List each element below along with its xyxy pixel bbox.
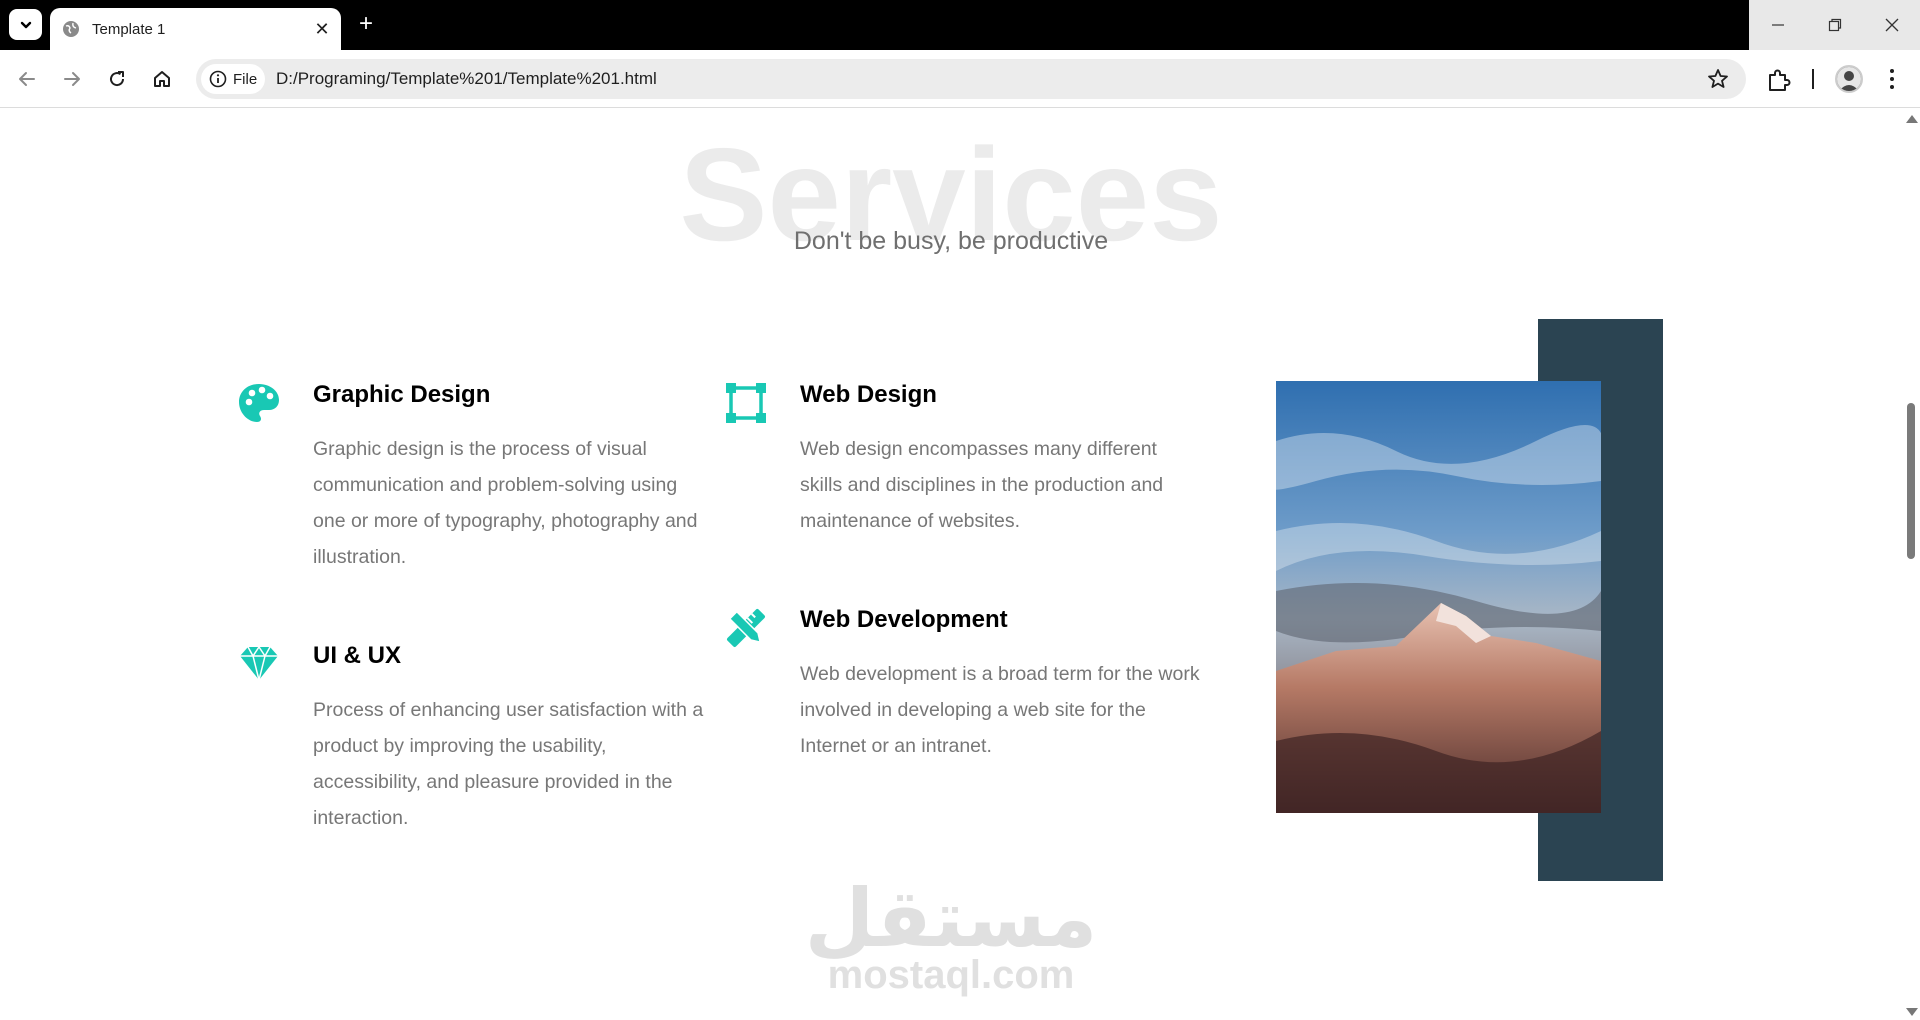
diamond-icon xyxy=(240,646,278,681)
tab-search-button[interactable] xyxy=(9,9,42,40)
restore-icon xyxy=(1828,18,1841,32)
service-title: Web Design xyxy=(800,381,937,408)
mountain-photo xyxy=(1276,381,1601,813)
page-viewport: Services Don't be busy, be productive Gr… xyxy=(0,109,1902,1020)
service-description: Web development is a broad term for the … xyxy=(800,663,1200,757)
browser-titlebar: Template 1 ✕ + xyxy=(0,0,1920,50)
url-text[interactable]: D:/Programing/Template%201/Template%201.… xyxy=(276,69,657,89)
close-window-button[interactable] xyxy=(1863,0,1920,50)
mostaql-watermark: مستقل mostaql.com xyxy=(0,872,1902,997)
site-info-chip[interactable]: File xyxy=(201,64,265,94)
tools-icon xyxy=(727,609,765,647)
browser-toolbar: File D:/Programing/Template%201/Template… xyxy=(0,50,1920,108)
browser-menu-button[interactable] xyxy=(1880,67,1904,91)
toolbar-divider xyxy=(1812,69,1814,89)
globe-icon xyxy=(63,21,79,37)
scrollbar-thumb[interactable] xyxy=(1907,403,1915,559)
extensions-puzzle-icon[interactable] xyxy=(1766,67,1792,93)
avatar-icon xyxy=(1837,67,1861,91)
scroll-up-arrow-icon[interactable] xyxy=(1906,115,1918,123)
reload-icon xyxy=(110,71,125,87)
service-title: Web Development xyxy=(800,606,1008,633)
window-controls xyxy=(1749,0,1920,50)
service-description: Graphic design is the process of visual … xyxy=(313,438,698,568)
minimize-icon xyxy=(1771,24,1784,26)
services-subtitle: Don't be busy, be productive xyxy=(793,227,1109,255)
site-info-label: File xyxy=(233,70,258,88)
browser-tab[interactable]: Template 1 ✕ xyxy=(50,8,341,50)
service-description: Process of enhancing user satisfaction w… xyxy=(313,699,704,829)
close-tab-button[interactable]: ✕ xyxy=(307,14,337,44)
bookmark-star-icon[interactable] xyxy=(1706,67,1730,91)
new-tab-button[interactable]: + xyxy=(352,10,380,38)
service-description: Web design encompasses many different sk… xyxy=(800,438,1164,532)
home-icon xyxy=(154,71,170,87)
watermark-latin: mostaql.com xyxy=(827,953,1075,997)
palette-icon xyxy=(239,384,279,422)
tab-title: Template 1 xyxy=(92,20,166,38)
minimize-button[interactable] xyxy=(1749,0,1806,50)
page-scrollbar[interactable] xyxy=(1902,109,1920,1020)
close-icon xyxy=(1885,18,1898,32)
address-bar[interactable]: File D:/Programing/Template%201/Template… xyxy=(196,59,1746,99)
reload-button[interactable] xyxy=(99,61,135,97)
home-button[interactable] xyxy=(144,61,180,97)
restore-button[interactable] xyxy=(1806,0,1863,50)
vector-square-icon xyxy=(726,383,766,423)
info-icon xyxy=(209,70,227,88)
service-title: UI & UX xyxy=(313,642,402,669)
profile-avatar[interactable] xyxy=(1835,65,1863,93)
watermark-arabic: مستقل xyxy=(804,872,1098,965)
arrow-left-icon xyxy=(19,72,35,86)
back-button[interactable] xyxy=(9,61,45,97)
scroll-down-arrow-icon[interactable] xyxy=(1906,1008,1918,1016)
forward-button[interactable] xyxy=(54,61,90,97)
service-title: Graphic Design xyxy=(313,381,491,408)
arrow-right-icon xyxy=(64,72,80,86)
chevron-down-icon xyxy=(20,21,31,28)
